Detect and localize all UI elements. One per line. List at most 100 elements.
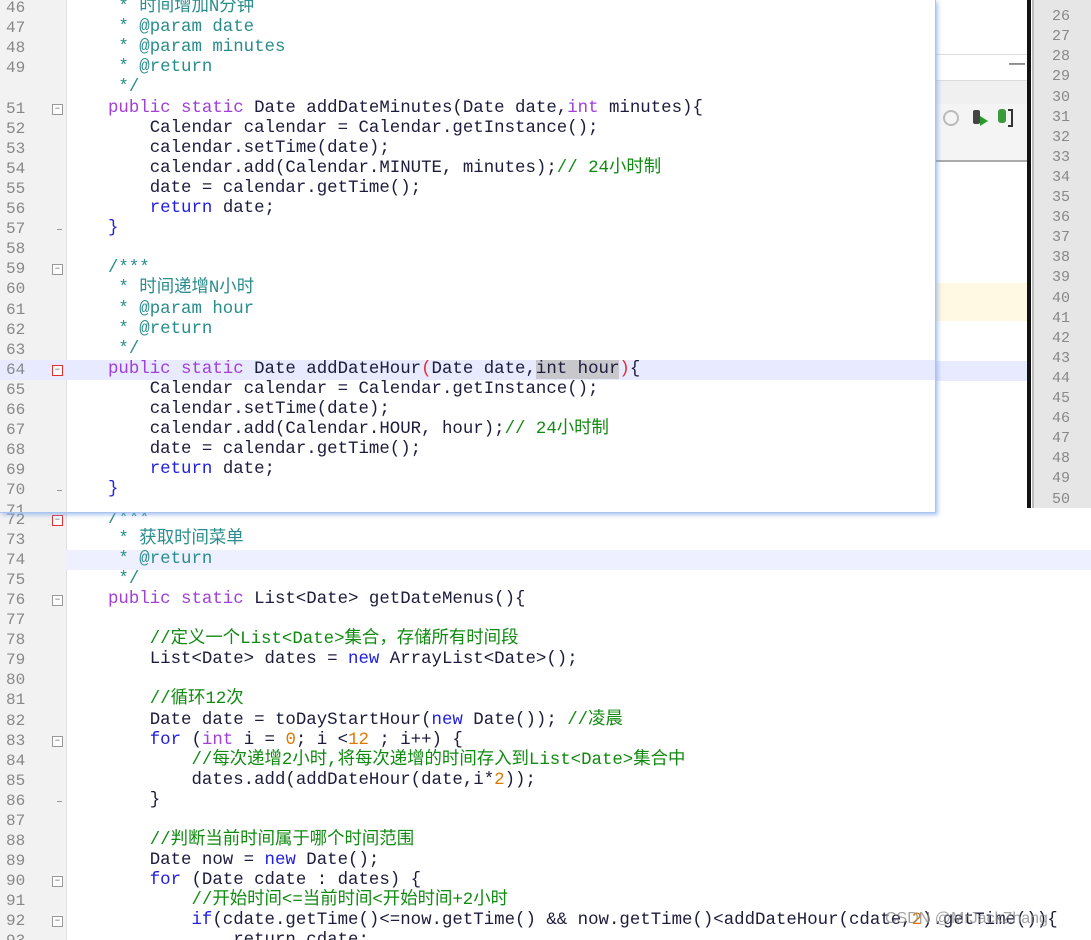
code-token: i = — [243, 730, 286, 750]
code-line[interactable]: 58 — [0, 239, 935, 259]
line-number: 74 — [6, 551, 26, 570]
code-line[interactable]: 88 //判断当前时间属于哪个时间范围 — [0, 831, 1091, 851]
code-token: // 24小时制 — [504, 420, 609, 440]
code-token: Calendar calendar = Calendar.getInstance… — [108, 118, 599, 138]
code-token: * 获取时间菜单 — [108, 530, 244, 550]
code-token: int — [201, 730, 244, 750]
line-number: 28 — [1052, 48, 1071, 66]
run-icon[interactable] — [973, 110, 980, 124]
line-number: 67 — [6, 421, 26, 440]
code-line[interactable]: 93 return cdate; — [0, 931, 1091, 940]
line-number: 39 — [1052, 269, 1071, 287]
line-number: 71 — [6, 501, 26, 513]
code-line[interactable]: 55 date = calendar.getTime(); — [0, 179, 935, 199]
code-line[interactable]: 79 List<Date> dates = new ArrayList<Date… — [0, 650, 1091, 670]
fold-toggle-icon[interactable]: − — [52, 103, 63, 115]
code-line[interactable]: 77 — [0, 610, 1091, 630]
code-text: * 时间增加N分钟 — [108, 0, 254, 18]
code-text: for (int i = 0; i <12 ; i++) { — [108, 731, 463, 751]
code-line[interactable]: 68 date = calendar.getTime(); — [0, 440, 935, 460]
fold-toggle-icon[interactable]: − — [52, 916, 63, 927]
code-token: Date(); — [306, 850, 380, 870]
debug-icon[interactable] — [998, 109, 1006, 123]
code-line[interactable]: 74 * @return — [0, 550, 1091, 571]
code-line[interactable]: 91 //开始时间<=当前时间<开始时间+2小时 — [0, 891, 1091, 911]
code-line[interactable]: 47 * @param date — [0, 18, 935, 38]
code-line[interactable]: 78 //定义一个List<Date>集合，存储所有时间段 — [0, 630, 1091, 650]
code-text: calendar.add(Calendar.HOUR, hour);// 24小… — [108, 420, 609, 440]
code-token: (cdate.getTime()<=now.getTime() && now.g… — [212, 911, 912, 930]
code-line[interactable]: 66 calendar.setTime(date); — [0, 400, 935, 420]
code-token: calendar.add(Calendar.MINUTE, minutes); — [108, 158, 557, 178]
code-text: Date now = new Date(); — [108, 850, 380, 871]
code-line[interactable]: 87 — [0, 811, 1091, 831]
code-line[interactable]: 59 − /*** — [0, 259, 935, 279]
fold-end-marker — [57, 800, 62, 802]
code-line[interactable]: 65 Calendar calendar = Calendar.getInsta… — [0, 380, 935, 400]
code-line[interactable]: 63 */ — [0, 340, 935, 360]
fold-toggle-icon[interactable]: − — [52, 515, 63, 526]
code-line[interactable]: 49 * @return — [0, 58, 935, 78]
code-line[interactable]: 90 − for (Date cdate : dates) { — [0, 871, 1091, 891]
code-text: //开始时间<=当前时间<开始时间+2小时 — [108, 891, 509, 911]
minimize-button[interactable]: — — [1009, 55, 1025, 73]
fold-toggle-icon[interactable]: − — [52, 735, 63, 747]
code-line[interactable]: 52 Calendar calendar = Calendar.getInsta… — [0, 119, 935, 139]
code-line[interactable]: 46 * 时间增加N分钟 — [0, 0, 935, 18]
code-text: */ — [108, 340, 139, 360]
code-token: /*** — [108, 259, 150, 279]
code-line[interactable]: 76 − public static List<Date> getDateMenus… — [0, 590, 1091, 610]
code-line[interactable]: 69 return date; — [0, 460, 935, 480]
fold-toggle-icon[interactable]: − — [52, 264, 63, 276]
code-line[interactable]: 82 Date date = toDayStartHour(new Date()… — [0, 711, 1091, 731]
fold-toggle-icon[interactable]: − — [52, 875, 63, 887]
code-line[interactable]: 86 } — [0, 791, 1091, 811]
current-line-highlight — [66, 550, 1091, 571]
code-text: return date; — [108, 460, 275, 480]
pause-cursor-icon[interactable] — [943, 110, 959, 126]
code-line[interactable]: 54 calendar.add(Calendar.MINUTE, minutes… — [0, 159, 935, 179]
code-line[interactable]: 61 * @param hour — [0, 300, 935, 320]
code-line[interactable]: 83 − for (int i = 0; i <12 ; i++) { — [0, 731, 1091, 751]
code-token: date; — [222, 199, 275, 218]
code-text: //判断当前时间属于哪个时间范围 — [108, 831, 414, 851]
code-line[interactable]: 56 return date; — [0, 199, 935, 219]
code-line[interactable]: 48 * @param minutes — [0, 38, 935, 58]
code-token: * @param minutes — [108, 38, 286, 58]
code-line[interactable]: 70} — [0, 480, 935, 500]
code-line[interactable]: 67 calendar.add(Calendar.HOUR, hour);// … — [0, 420, 935, 440]
code-line[interactable]: 81 //循环12次 — [0, 690, 1091, 710]
code-text: * @return — [108, 58, 212, 78]
line-number: 59 — [6, 260, 26, 279]
code-line[interactable]: 89 Date now = new Date(); — [0, 851, 1091, 871]
line-number: 77 — [6, 611, 26, 630]
code-token: ( — [421, 359, 432, 379]
code-text: * 获取时间菜单 — [108, 530, 244, 550]
code-line[interactable]: 64 − public static Date addDateHour(Date d… — [0, 359, 935, 380]
code-line[interactable]: 72 − /*** — [0, 510, 1091, 530]
code-token: public static — [108, 359, 255, 379]
fold-toggle-icon[interactable]: − — [52, 595, 63, 607]
code-line[interactable]: 85 dates.add(addDateHour(date,i*2)); — [0, 771, 1091, 791]
code-line[interactable]: 80 — [0, 670, 1091, 690]
code-line[interactable]: */ — [0, 78, 935, 98]
code-line[interactable]: 60 * 时间递增N小时 — [0, 279, 935, 299]
code-line[interactable]: 84 //每次递增2小时,将每次递增的时间存入到List<Date>集合中 — [0, 751, 1091, 771]
code-line[interactable]: 51 − public static Date addDateMinutes(Dat… — [0, 99, 935, 119]
code-line[interactable]: 73 * 获取时间菜单 — [0, 530, 1091, 550]
code-line[interactable]: 57} — [0, 219, 935, 239]
code-token: public static — [108, 590, 255, 610]
code-token: date = calendar.getTime(); — [108, 440, 422, 460]
code-line[interactable]: 75 */ — [0, 570, 1091, 590]
fold-toggle-icon[interactable]: − — [52, 364, 63, 376]
line-number: 54 — [6, 159, 26, 178]
code-preview-popup[interactable]: 46 * 时间增加N分钟 47 * @param date 48 * @param … — [0, 0, 936, 513]
editor-main[interactable]: 72−/*** 73 * 获取时间菜单 74 * @return 75 */76− pu… — [0, 505, 1091, 940]
code-line[interactable]: 62 * @return — [0, 320, 935, 340]
code-line[interactable]: 71 — [0, 501, 935, 513]
code-line[interactable]: 53 calendar.setTime(date); — [0, 139, 935, 159]
line-number: 26 — [1052, 8, 1071, 26]
line-number: 53 — [6, 139, 26, 158]
